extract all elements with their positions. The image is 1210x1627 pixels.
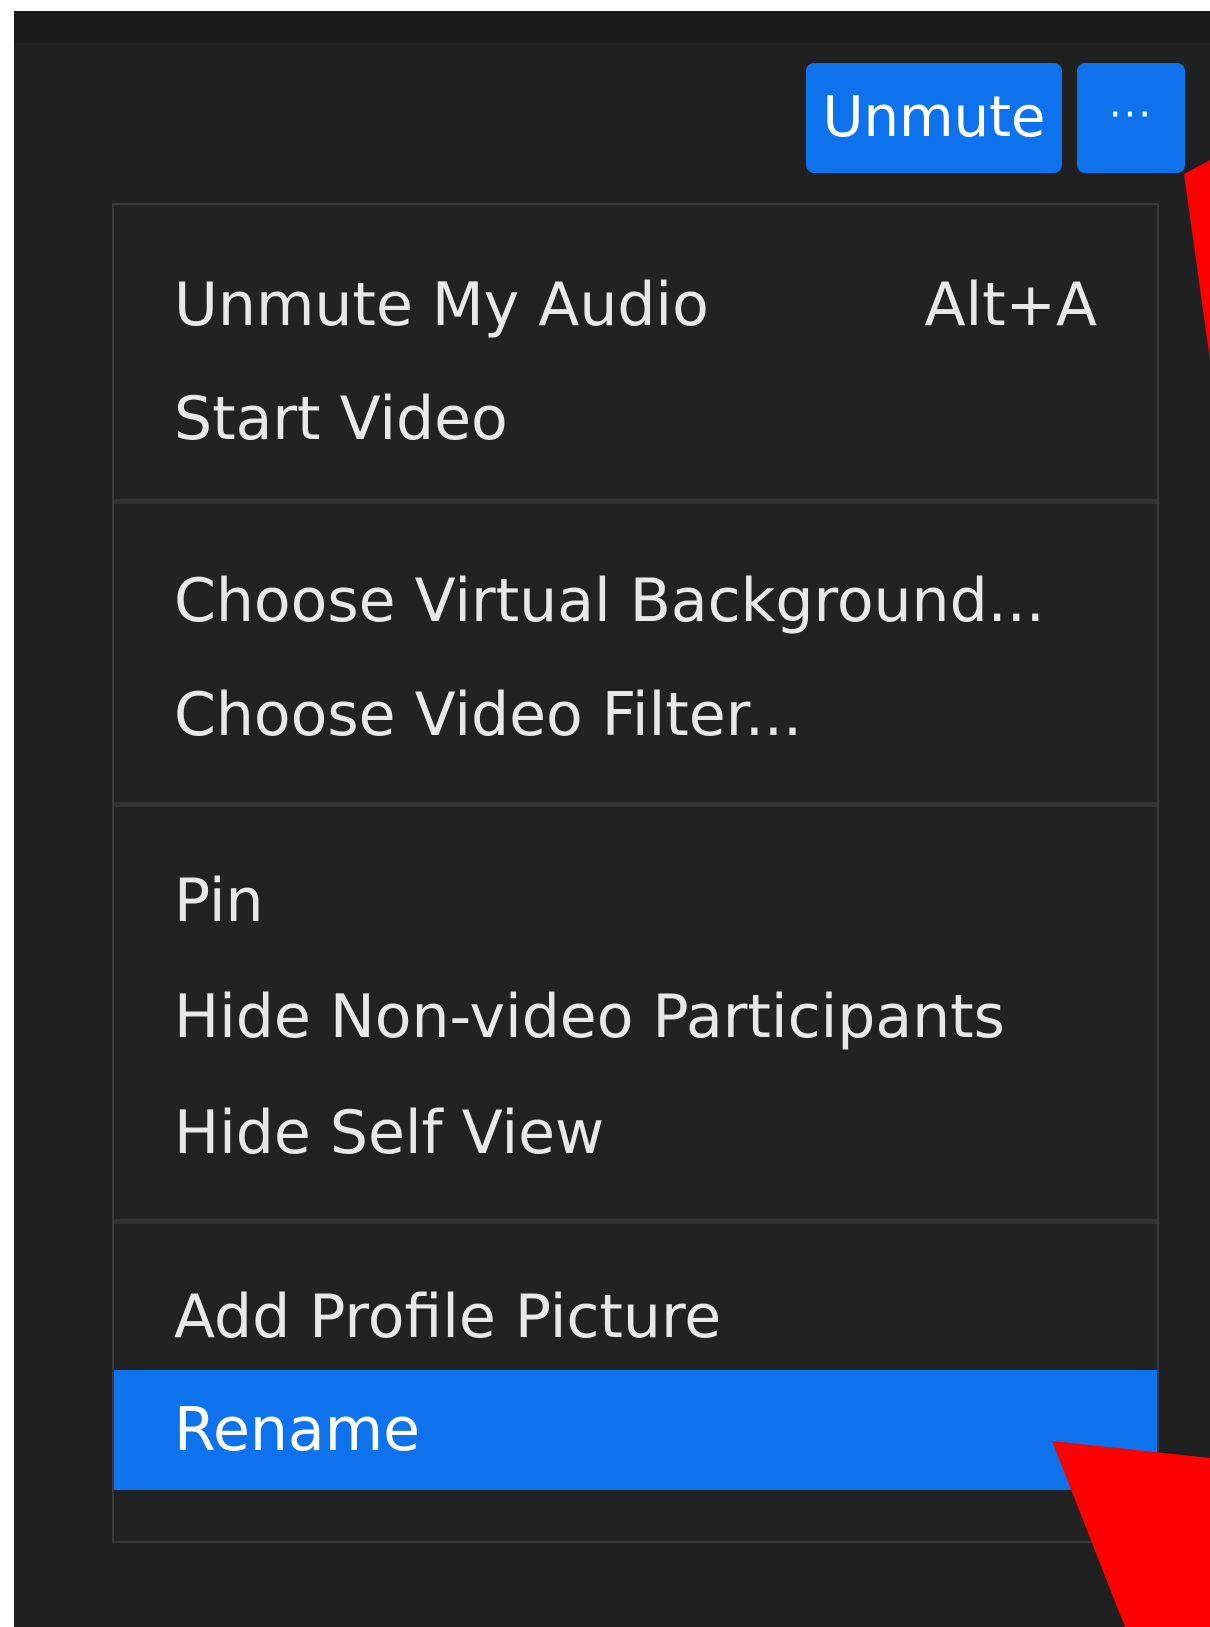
red-arrow-icon — [1052, 160, 1210, 1627]
red-arrow-top-icon — [1184, 160, 1210, 360]
red-arrow-bottom-icon — [1052, 1441, 1210, 1627]
